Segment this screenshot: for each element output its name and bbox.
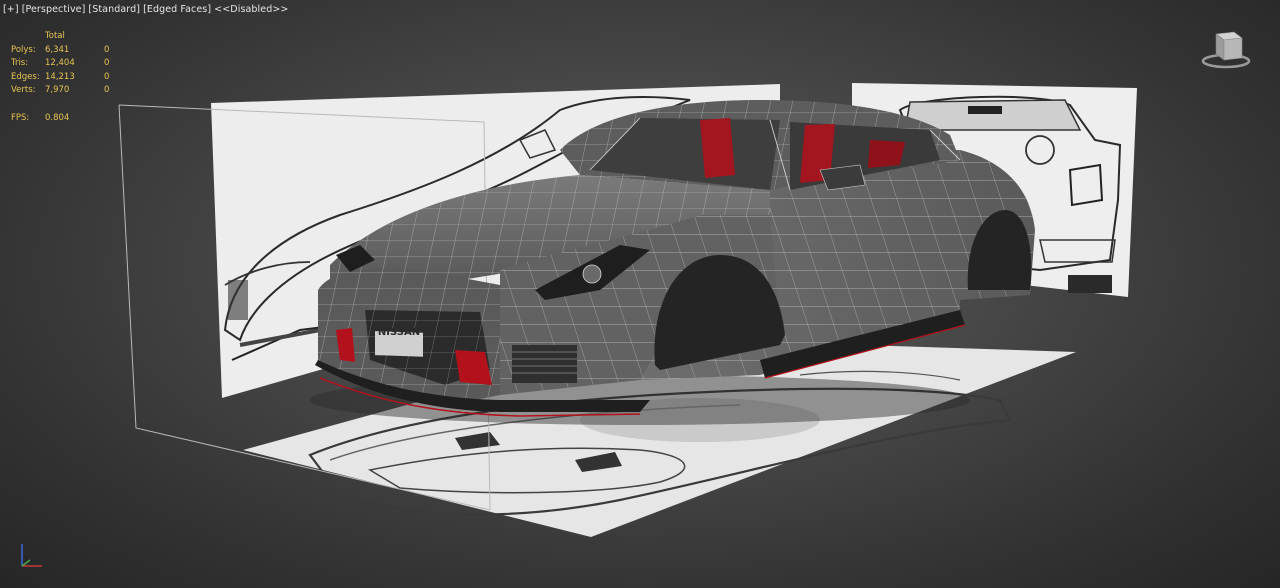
viewport-edged-faces-menu[interactable]: [Edged Faces] [143, 4, 211, 15]
fps-label: FPS: [11, 112, 30, 123]
stats-label: Tris: [11, 58, 29, 68]
viewport-disabled-status[interactable]: <<Disabled>> [214, 4, 288, 15]
stats-label: Edges: [11, 71, 40, 82]
viewport-shading-menu[interactable]: [Standard] [88, 4, 140, 15]
stats-label: Polys: [11, 44, 36, 55]
stats-total-value: 7,970 [45, 85, 70, 95]
stats-selected-value: 0 [104, 85, 110, 95]
viewport-label-menu: [+] [Perspective] [Standard] [Edged Faces] <… [3, 4, 291, 15]
viewport-point-of-view-menu[interactable]: [Perspective] [22, 4, 86, 15]
viewcube-icon[interactable] [1200, 26, 1252, 70]
stats-label: Verts: [11, 85, 36, 95]
stats-total-header: Total [45, 31, 65, 41]
axis-tripod-icon [21, 544, 42, 567]
fps-value: 0.804 [45, 112, 70, 123]
nissan-badge: NISSAN [378, 327, 420, 338]
viewport-general-menu[interactable]: [+] [3, 4, 19, 15]
stats-selected-value: 0 [104, 58, 110, 68]
stats-total-value: 14,213 [45, 71, 75, 82]
stats-total-value: 6,341 [45, 44, 70, 55]
stats-selected-value: 0 [104, 71, 110, 82]
stats-total-value: 12,404 [45, 58, 75, 68]
stats-selected-value: 0 [104, 44, 110, 55]
viewport-scene[interactable]: NISSAN [0, 0, 1280, 588]
